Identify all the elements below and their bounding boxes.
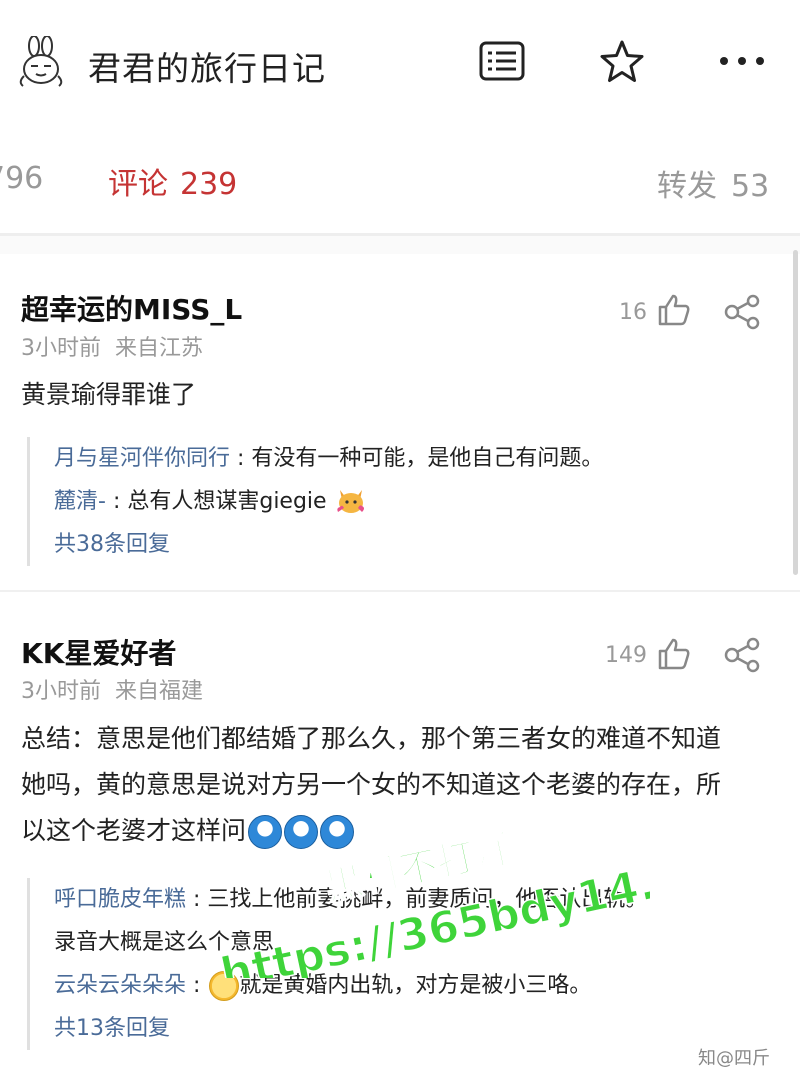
comment-username[interactable]: KK星爱好者 (21, 632, 176, 672)
tab-reposts-label: 转发 (657, 169, 717, 204)
reply-separator: : (105, 489, 128, 514)
more-replies-link[interactable]: 共38条回复 (54, 523, 794, 566)
tab-reposts[interactable]: 转发 53 (657, 161, 769, 205)
comment-meta: 3小时前 来自江苏 (21, 330, 203, 362)
fox-emoji-icon (334, 486, 368, 518)
section-divider (0, 236, 800, 254)
source-watermark: 知@四斤 (698, 1048, 770, 1069)
reply-author[interactable]: 月与星河伴你同行 (54, 446, 230, 471)
tab-reposts-count: 53 (731, 169, 770, 204)
reply-author[interactable]: 呼口脆皮年糕 (54, 887, 186, 912)
comment-text-line: 以这个老婆才这样问 (21, 808, 781, 854)
comment-text: 总结：意思是他们都结婚了那么久，那个第三者女的难道不知道 她吗，黄的意思是说对方… (21, 716, 781, 854)
crying-emoji-icon (209, 971, 240, 1001)
reply-list: 呼口脆皮年糕 : 三找上他前妻挑衅，前妻质问，他否认出轨。 录音大概是这么个意思… (27, 878, 794, 1050)
like-count: 149 (605, 643, 647, 668)
comment-meta: 3小时前 来自福建 (21, 673, 203, 705)
tab-likes-partial[interactable]: 796 (0, 161, 43, 196)
reply-item[interactable]: 麓清- : 总有人想谋害giegie (54, 480, 794, 523)
comment-time: 3小时前 (21, 336, 101, 361)
comment-text: 黄景瑜得罪谁了 (21, 380, 197, 409)
reply-separator: : (186, 973, 208, 998)
more-replies-link[interactable]: 共13条回复 (54, 1007, 794, 1050)
reply-list: 月与星河伴你同行 : 有没有一种可能，是他自己有问题。 麓清- : 总有人想谋害… (27, 437, 794, 566)
reply-text-continued: 录音大概是这么个意思 (54, 930, 275, 955)
doraemon-emoji-icon (284, 815, 319, 849)
tab-comments[interactable]: 评论 239 (108, 159, 237, 203)
tab-comments-label: 评论 (108, 167, 168, 202)
star-icon[interactable] (598, 38, 646, 86)
thumbs-up-icon[interactable] (656, 292, 692, 332)
doraemon-emoji-icon (248, 815, 283, 849)
divider (0, 590, 800, 592)
comment-username[interactable]: 超幸运的MISS_L (21, 288, 242, 328)
reply-text: 总有人想谋害giegie (127, 489, 327, 514)
reply-separator: : (186, 887, 208, 912)
reply-text: 有没有一种可能，是他自己有问题。 (251, 446, 604, 471)
reply-author[interactable]: 麓清- (54, 489, 106, 514)
reply-author[interactable]: 云朵云朵朵朵 (54, 973, 186, 998)
like-count: 16 (619, 300, 647, 325)
reply-item[interactable]: 云朵云朵朵朵 : 就是黄婚内出轨，对方是被小三咯。 (54, 964, 794, 1007)
comment-text-fragment: 以这个老婆才这样问 (21, 816, 247, 845)
reply-text: 三找上他前妻挑衅，前妻质问，他否认出轨。 (207, 887, 648, 912)
reply-item[interactable]: 呼口脆皮年糕 : 三找上他前妻挑衅，前妻质问，他否认出轨。 (54, 878, 794, 921)
comment-location: 来自江苏 (115, 336, 204, 361)
more-dots-icon[interactable] (716, 46, 768, 76)
comment-text-line: 总结：意思是他们都结婚了那么久，那个第三者女的难道不知道 (21, 724, 722, 753)
share-icon[interactable] (724, 637, 762, 677)
page-title: 君君的旅行日记 (88, 49, 326, 88)
reply-separator: : (230, 446, 252, 471)
thumbs-up-icon[interactable] (656, 636, 692, 676)
reader-mode-icon[interactable] (478, 40, 526, 84)
comment-location: 来自福建 (115, 679, 204, 704)
reply-text: 就是黄婚内出轨，对方是被小三咯。 (239, 973, 592, 998)
comment-text-line: 她吗，黄的意思是说对方另一个女的不知道这个老婆的存在，所 (21, 770, 722, 799)
tab-comments-count: 239 (180, 167, 238, 202)
comment-time: 3小时前 (21, 679, 101, 704)
doraemon-emoji-icon (320, 815, 355, 849)
tab-bar: 796 评论 239 转发 53 (0, 125, 800, 236)
share-icon[interactable] (724, 294, 762, 334)
rabbit-avatar-icon[interactable] (14, 35, 68, 90)
app-header: 君君的旅行日记 (0, 0, 800, 125)
reply-item[interactable]: 月与星河伴你同行 : 有没有一种可能，是他自己有问题。 (54, 437, 794, 480)
